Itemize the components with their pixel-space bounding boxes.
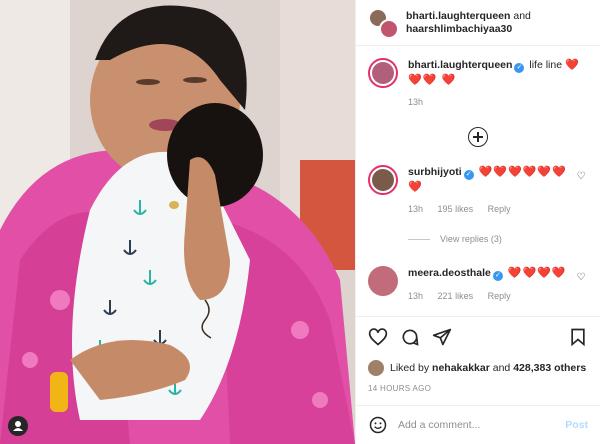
post-photo-illustration <box>0 0 355 444</box>
author-and: and <box>513 9 531 22</box>
comment-likes[interactable]: 221 likes <box>438 291 474 301</box>
collab-avatars[interactable] <box>368 7 399 39</box>
liked-by-and: and <box>492 362 511 374</box>
caption-avatar[interactable] <box>368 58 398 88</box>
view-replies-button[interactable]: View replies (3) <box>408 234 588 244</box>
add-icon[interactable] <box>468 127 488 147</box>
comment-text: meera.deosthale ✓ ❤️❤️❤️❤️ 13h 221 likes … <box>408 266 574 303</box>
caption-row: bharti.laughterqueen ✓ life line ❤️❤️❤️ ❤… <box>368 58 588 109</box>
post-comment-button[interactable]: Post <box>565 419 588 431</box>
comment-hearts: ❤️❤️❤️❤️ <box>507 267 567 279</box>
comment-meta: 13h 221 likes Reply <box>408 289 574 303</box>
bookmark-icon[interactable] <box>568 327 588 347</box>
liked-by-avatar[interactable] <box>368 360 384 376</box>
author-link-1[interactable]: bharti.laughterqueen <box>406 10 510 22</box>
liked-by-prefix: Liked by <box>390 362 430 374</box>
emoji-icon[interactable] <box>368 415 388 435</box>
comment-time[interactable]: 13h <box>408 204 423 214</box>
heart-icon[interactable]: ♡ <box>574 171 588 182</box>
action-bar <box>356 316 600 356</box>
comment-avatar[interactable] <box>368 266 398 296</box>
comment-username[interactable]: meera.deosthale <box>408 267 491 279</box>
comment-likes[interactable]: 195 likes <box>438 204 474 214</box>
author-link-2[interactable]: haarshlimbachiyaa30 <box>406 23 512 35</box>
comment-time[interactable]: 13h <box>408 291 423 301</box>
caption-username[interactable]: bharti.laughterqueen <box>408 59 512 71</box>
verified-icon: ✓ <box>463 170 474 180</box>
verified-icon: ✓ <box>492 271 503 281</box>
view-replies-label[interactable]: View replies (3) <box>440 234 502 244</box>
tag-user-glyph <box>13 421 23 431</box>
avatar-user2[interactable] <box>379 18 399 39</box>
add-comment-bar: Add a comment... Post <box>356 406 600 444</box>
comment-avatar[interactable] <box>368 165 398 195</box>
comment-username[interactable]: surbhijyoti <box>408 166 462 178</box>
post-authors: bharti.laughterqueen and haarshlimbachiy… <box>406 10 531 36</box>
comment-icon[interactable] <box>400 327 420 347</box>
comment-meta: 13h 195 likes Reply <box>408 202 574 216</box>
comment-row: surbhijyoti ✓ ❤️❤️❤️❤️❤️❤️❤️ 13h 195 like… <box>368 165 588 216</box>
comments-section[interactable]: bharti.laughterqueen ✓ life line ❤️❤️❤️ ❤… <box>356 46 600 316</box>
tag-user-icon[interactable] <box>8 416 28 436</box>
caption-body: life line <box>529 59 563 71</box>
comment-reply-button[interactable]: Reply <box>488 204 511 214</box>
caption-text: bharti.laughterqueen ✓ life line ❤️❤️❤️ ❤… <box>408 58 588 109</box>
post-header: bharti.laughterqueen and haarshlimbachiy… <box>356 0 600 46</box>
comment-row: meera.deosthale ✓ ❤️❤️❤️❤️ 13h 221 likes … <box>368 266 588 303</box>
replies-divider <box>408 238 430 240</box>
share-icon[interactable] <box>432 327 452 347</box>
post-timestamp[interactable]: 14 HOURS AGO <box>356 380 600 406</box>
liked-by-others[interactable]: 428,383 others <box>513 362 586 374</box>
liked-by-user[interactable]: nehakakkar <box>432 362 490 374</box>
liked-by: Liked by nehakakkar and 428,383 others <box>356 356 600 380</box>
comment-input[interactable]: Add a comment... <box>398 419 565 431</box>
heart-icon[interactable]: ♡ <box>574 272 588 283</box>
post-side-panel: bharti.laughterqueen and haarshlimbachiy… <box>355 0 600 444</box>
caption-meta: 13h <box>408 95 588 109</box>
post-photo[interactable] <box>0 0 355 444</box>
heart-icon[interactable] <box>368 327 388 347</box>
comment-reply-button[interactable]: Reply <box>488 291 511 301</box>
verified-icon: ✓ <box>514 63 525 73</box>
comment-text: surbhijyoti ✓ ❤️❤️❤️❤️❤️❤️❤️ 13h 195 like… <box>408 165 574 216</box>
caption-time[interactable]: 13h <box>408 97 423 107</box>
